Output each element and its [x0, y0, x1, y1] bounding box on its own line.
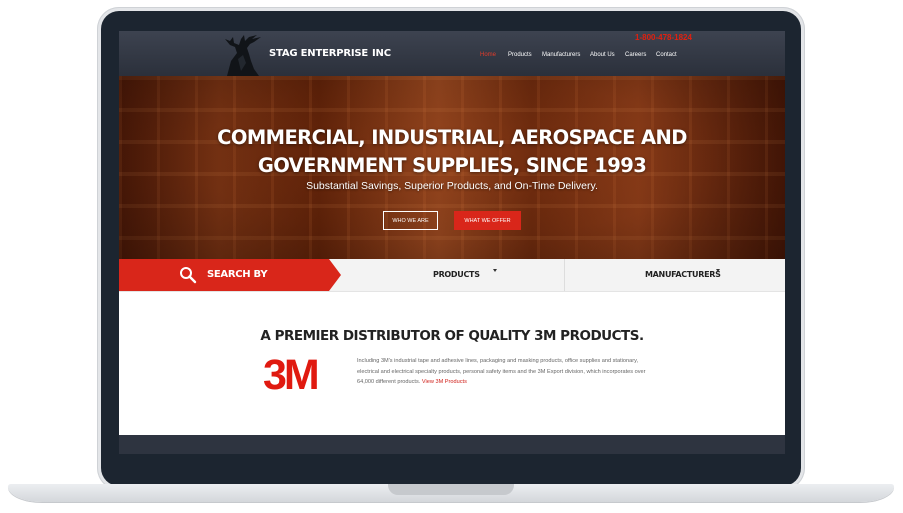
chevron-down-icon[interactable] [493, 269, 497, 272]
description-text: Including 3M's industrial tape and adhes… [357, 358, 646, 385]
brand-text: STAG ENTERPRISE [269, 48, 369, 59]
products-dropdown[interactable]: PRODUCTS [433, 270, 480, 279]
who-we-are-button[interactable]: WHO WE ARE [383, 211, 438, 230]
nav-careers[interactable]: Careers [625, 52, 646, 58]
search-bar: SEARCH BY PRODUCTS MANUFACTURERS [119, 259, 785, 292]
search-by-label: SEARCH BY [207, 269, 268, 280]
nav-manufacturers[interactable]: Manufacturers [542, 52, 580, 58]
nav-about-us[interactable]: About Us [590, 52, 615, 58]
hero-title: COMMERCIAL, INDUSTRIAL, AEROSPACE AND GO… [119, 124, 785, 180]
chevron-down-icon[interactable] [716, 269, 720, 272]
hero-title-line-2: GOVERNMENT SUPPLIES, SINCE 1993 [257, 154, 647, 177]
brand-name[interactable]: STAG ENTERPRISE INC [269, 48, 391, 59]
site-header: STAG ENTERPRISE INC 1-800-478-1824 Home P… [119, 31, 785, 76]
what-we-offer-button[interactable]: WHAT WE OFFER [454, 211, 521, 230]
section-heading: A PREMIER DISTRIBUTOR OF QUALITY 3M PROD… [260, 328, 644, 344]
screen: STAG ENTERPRISE INC 1-800-478-1824 Home P… [119, 31, 785, 454]
section-description: Including 3M's industrial tape and adhes… [357, 356, 647, 388]
view-3m-products-link[interactable]: View 3M Products [422, 379, 467, 385]
nav-products[interactable]: Products [508, 52, 532, 58]
search-icon[interactable] [179, 266, 197, 284]
search-divider [564, 259, 565, 291]
3m-logo[interactable]: 3M [263, 353, 320, 397]
brand-suffix: INC [372, 48, 391, 59]
laptop-base-notch [388, 484, 514, 495]
hero-title-line-1: COMMERCIAL, INDUSTRIAL, AEROSPACE AND [217, 126, 687, 149]
hero-banner: COMMERCIAL, INDUSTRIAL, AEROSPACE AND GO… [119, 76, 785, 259]
phone-number[interactable]: 1-800-478-1824 [635, 33, 692, 42]
manufacturers-dropdown[interactable]: MANUFACTURERS [645, 270, 721, 279]
footer-strip [119, 435, 785, 454]
hero-subtitle: Substantial Savings, Superior Products, … [306, 180, 598, 192]
nav-home[interactable]: Home [480, 52, 496, 58]
nav-contact[interactable]: Contact [656, 52, 677, 58]
stag-logo-icon[interactable] [221, 31, 271, 76]
